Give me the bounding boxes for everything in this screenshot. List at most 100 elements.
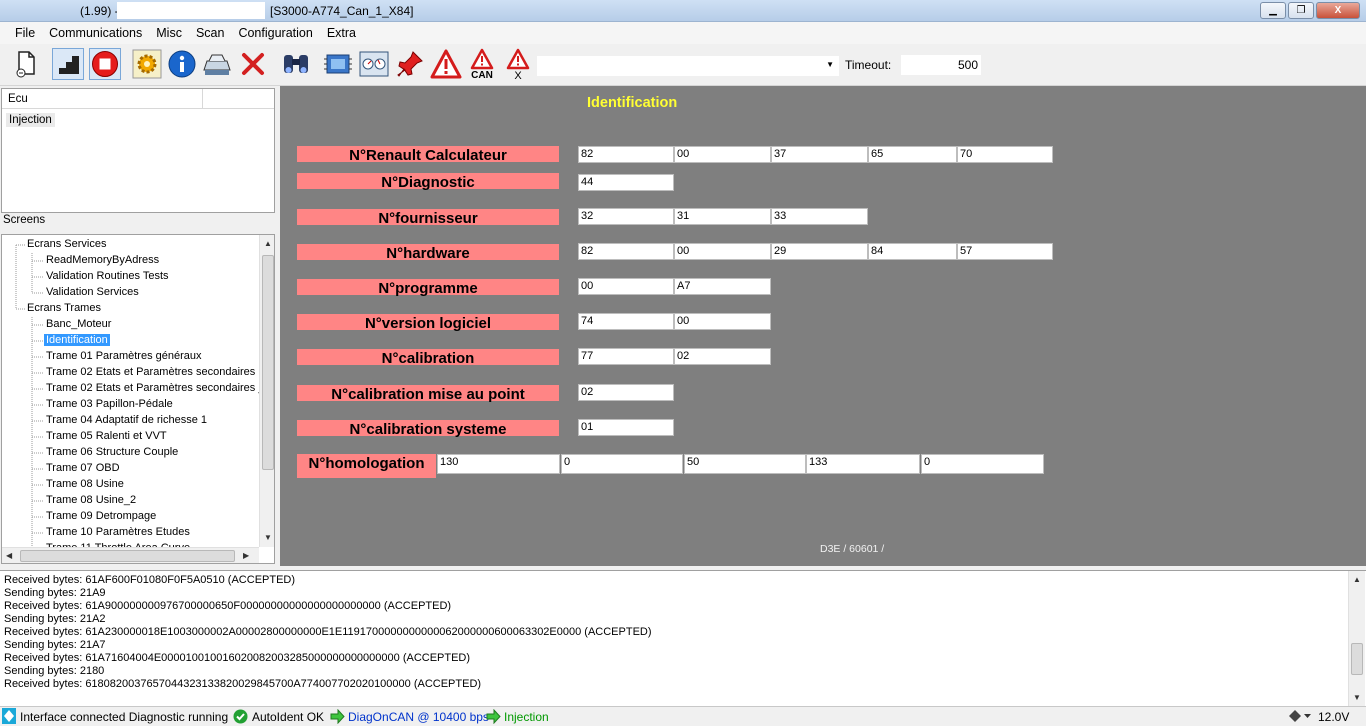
menu-communications[interactable]: Communications bbox=[42, 26, 149, 40]
scroll-down-icon[interactable]: ▼ bbox=[1353, 693, 1361, 702]
stop-button[interactable] bbox=[89, 48, 121, 80]
value-field[interactable]: 74 bbox=[578, 313, 674, 330]
field-label-fournisseur: N°fournisseur bbox=[297, 209, 559, 227]
value-field[interactable]: 31 bbox=[674, 208, 771, 225]
value-field[interactable]: 00 bbox=[674, 146, 771, 163]
scroll-left-icon[interactable]: ◀ bbox=[6, 551, 12, 560]
tree-item-trame-08-2[interactable]: Trame 08 Usine_2 bbox=[46, 494, 136, 506]
scroll-down-icon[interactable]: ▼ bbox=[264, 533, 272, 542]
dashboard-button[interactable] bbox=[358, 48, 390, 80]
value-field[interactable]: 37 bbox=[771, 146, 868, 163]
tree-item-validation-routines-tests[interactable]: Validation Routines Tests bbox=[46, 270, 169, 282]
value-field[interactable]: 70 bbox=[957, 146, 1053, 163]
tree-item-trame-07[interactable]: Trame 07 OBD bbox=[46, 462, 120, 474]
field-label-hardware: N°hardware bbox=[297, 244, 559, 262]
tree-item-trame-01[interactable]: Trame 01 Paramètres généraux bbox=[46, 350, 202, 362]
communication-log[interactable]: Received bytes: 61AF600F01080F0F5A0510 (… bbox=[0, 570, 1366, 707]
tree-item-banc-moteur[interactable]: Banc_Moteur bbox=[46, 318, 111, 330]
tree-item-ecrans-services[interactable]: Ecrans Services bbox=[27, 238, 106, 250]
tree-item-readmemorybyadress[interactable]: ReadMemoryByAdress bbox=[46, 254, 159, 266]
tree-item-trame-10[interactable]: Trame 10 Paramètres Etudes bbox=[46, 526, 190, 538]
value-field[interactable]: 01 bbox=[578, 419, 674, 436]
tree-item-trame-02-2[interactable]: Trame 02 Etats et Paramètres secondaires… bbox=[46, 382, 271, 394]
value-field[interactable]: 57 bbox=[957, 243, 1053, 260]
can-warning-button[interactable]: CAN bbox=[466, 48, 498, 80]
log-scroll-thumb[interactable] bbox=[1351, 643, 1363, 675]
ecu-column-header[interactable]: Ecu bbox=[8, 93, 28, 105]
value-field[interactable]: 133 bbox=[806, 454, 920, 474]
warning-button[interactable] bbox=[430, 48, 462, 80]
tree-item-trame-08[interactable]: Trame 08 Usine bbox=[46, 478, 124, 490]
scroll-right-icon[interactable]: ▶ bbox=[243, 551, 249, 560]
value-field[interactable]: 29 bbox=[771, 243, 868, 260]
tree-horizontal-thumb[interactable] bbox=[20, 550, 235, 562]
timeout-input[interactable]: 500 bbox=[901, 55, 981, 75]
log-line: Received bytes: 61A900000000976700000650… bbox=[4, 600, 452, 612]
cancel-button[interactable] bbox=[237, 48, 269, 80]
tree-item-validation-services[interactable]: Validation Services bbox=[46, 286, 139, 298]
ecu-list-header: Ecu bbox=[2, 89, 274, 109]
minimize-button[interactable]: ▁ bbox=[1260, 2, 1286, 19]
value-field[interactable]: 82 bbox=[578, 146, 674, 163]
scroll-up-icon[interactable]: ▲ bbox=[1353, 575, 1361, 584]
log-line: Sending bytes: 21A9 bbox=[4, 587, 106, 599]
menu-misc[interactable]: Misc bbox=[149, 26, 189, 40]
info-button[interactable] bbox=[166, 48, 198, 80]
menu-scan[interactable]: Scan bbox=[189, 26, 232, 40]
search-button[interactable] bbox=[280, 48, 312, 80]
pin-button[interactable] bbox=[394, 48, 426, 80]
can-warning-icon: CAN bbox=[470, 48, 494, 80]
tree-item-trame-09[interactable]: Trame 09 Detrompage bbox=[46, 510, 156, 522]
value-field[interactable]: 33 bbox=[771, 208, 868, 225]
tree-item-trame-02[interactable]: Trame 02 Etats et Paramètres secondaires bbox=[46, 366, 255, 378]
tree-vertical-scrollbar[interactable]: ▲ ▼ bbox=[259, 235, 274, 547]
value-field[interactable]: 00 bbox=[674, 243, 771, 260]
value-field[interactable]: 50 bbox=[684, 454, 806, 474]
value-field[interactable]: 02 bbox=[578, 384, 674, 401]
tree-horizontal-scrollbar[interactable]: ◀ ▶ bbox=[2, 547, 259, 563]
menu-configuration[interactable]: Configuration bbox=[231, 26, 319, 40]
log-scrollbar[interactable]: ▲ ▼ bbox=[1348, 571, 1365, 707]
tree-item-trame-06[interactable]: Trame 06 Structure Couple bbox=[46, 446, 178, 458]
value-field[interactable]: 00 bbox=[578, 278, 674, 295]
warning-cross-button[interactable]: X bbox=[502, 48, 534, 80]
chevron-down-icon: ▼ bbox=[826, 60, 834, 69]
tree-item-identification[interactable]: Identification bbox=[44, 334, 110, 346]
menu-extra[interactable]: Extra bbox=[320, 26, 363, 40]
value-field[interactable]: 130 bbox=[437, 454, 560, 474]
restore-button[interactable]: ❐ bbox=[1288, 2, 1314, 19]
close-window-button[interactable]: X bbox=[1316, 2, 1360, 19]
info-icon bbox=[168, 50, 196, 78]
value-field[interactable]: 65 bbox=[868, 146, 957, 163]
tree-item-ecrans-trames[interactable]: Ecrans Trames bbox=[27, 302, 101, 314]
menu-file[interactable]: File bbox=[8, 26, 42, 40]
ecu-status: Injection bbox=[504, 710, 549, 724]
new-document-button[interactable] bbox=[10, 48, 42, 80]
value-field[interactable]: 0 bbox=[921, 454, 1044, 474]
value-field[interactable]: 32 bbox=[578, 208, 674, 225]
vehicle-button[interactable] bbox=[201, 48, 233, 80]
log-line: Received bytes: 61AF600F01080F0F5A0510 (… bbox=[4, 574, 296, 586]
tree-item-trame-04[interactable]: Trame 04 Adaptatif de richesse 1 bbox=[46, 414, 207, 426]
tree-vertical-thumb[interactable] bbox=[262, 255, 274, 470]
value-field[interactable]: 77 bbox=[578, 348, 674, 365]
value-field[interactable]: 0 bbox=[561, 454, 683, 474]
tree-lines bbox=[15, 244, 44, 550]
connect-button[interactable] bbox=[52, 48, 84, 80]
stop-icon bbox=[92, 51, 118, 77]
tree-item-trame-05[interactable]: Trame 05 Ralenti et VVT bbox=[46, 430, 167, 442]
tree-item-trame-03[interactable]: Trame 03 Papillon-Pédale bbox=[46, 398, 173, 410]
ecu-item-injection[interactable]: Injection bbox=[6, 113, 55, 127]
dashboard-icon bbox=[359, 51, 389, 77]
ecu-combo-select[interactable]: ▼ bbox=[537, 56, 839, 76]
value-field[interactable]: 44 bbox=[578, 174, 674, 191]
status-bar: Interface connected Diagnostic running A… bbox=[0, 706, 1366, 726]
value-field[interactable]: A7 bbox=[674, 278, 771, 295]
value-field[interactable]: 02 bbox=[674, 348, 771, 365]
ecu-button[interactable] bbox=[322, 48, 354, 80]
value-field[interactable]: 00 bbox=[674, 313, 771, 330]
value-field[interactable]: 82 bbox=[578, 243, 674, 260]
value-field[interactable]: 84 bbox=[868, 243, 957, 260]
scroll-up-icon[interactable]: ▲ bbox=[264, 239, 272, 248]
settings-button[interactable] bbox=[131, 48, 163, 80]
